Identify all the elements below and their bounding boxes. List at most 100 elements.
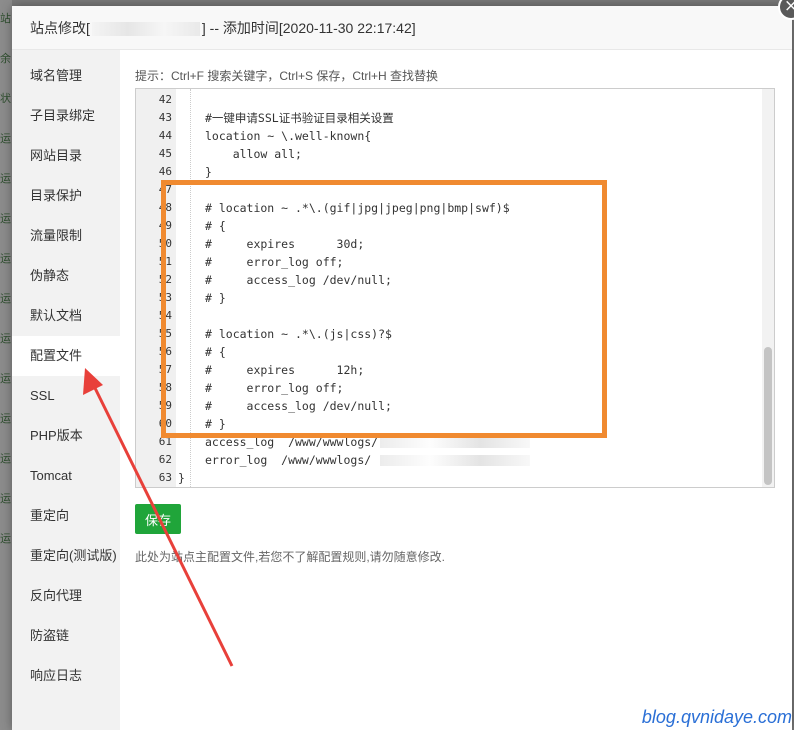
line-number: 49 bbox=[158, 219, 172, 232]
sidebar-item[interactable]: 域名管理 bbox=[12, 56, 120, 96]
sidebar-item[interactable]: PHP版本 bbox=[12, 416, 120, 456]
code-line: 53 # } bbox=[136, 289, 756, 307]
background-text: 运 bbox=[0, 253, 11, 265]
sidebar-item[interactable]: 默认文档 bbox=[12, 296, 120, 336]
line-number: 60 bbox=[158, 417, 172, 430]
sidebar-item[interactable]: 网站目录 bbox=[12, 136, 120, 176]
code-line: 54 bbox=[136, 307, 756, 325]
code-line: 46} bbox=[136, 163, 756, 181]
code-text: # location ~ .*\.(js|css)?$ bbox=[205, 327, 392, 341]
code-text: # error_log off; bbox=[205, 381, 344, 395]
background-text: 站 bbox=[0, 13, 11, 25]
main-content: 提示：Ctrl+F 搜索关键字，Ctrl+S 保存，Ctrl+H 查找替换 42… bbox=[120, 50, 792, 730]
line-number: 52 bbox=[158, 273, 172, 286]
modal-title-suffix: ] -- 添加时间[2020-11-30 22:17:42] bbox=[201, 20, 416, 36]
sidebar-item[interactable]: 重定向(测试版) bbox=[12, 536, 120, 576]
redacted-site-name bbox=[91, 22, 200, 37]
line-number: 43 bbox=[158, 111, 172, 124]
code-line: 55 # location ~ .*\.(js|css)?$ bbox=[136, 325, 756, 343]
code-line: 56 # { bbox=[136, 343, 756, 361]
background-text: 运 bbox=[0, 173, 11, 185]
line-number: 53 bbox=[158, 291, 172, 304]
line-number: 61 bbox=[158, 435, 172, 448]
code-line: 44 location ~ \.well-known{ bbox=[136, 127, 756, 145]
sidebar-item[interactable]: 配置文件 bbox=[12, 336, 120, 376]
code-text: error_log /www/wwwlogs/ bbox=[205, 453, 372, 467]
sidebar-item[interactable]: SSL bbox=[12, 376, 120, 416]
code-line: 62 error_log /www/wwwlogs/ bbox=[136, 451, 756, 469]
code-line: 61 access_log /www/wwwlogs/ bbox=[136, 433, 756, 451]
code-text: #一键申请SSL证书验证目录相关设置 bbox=[205, 111, 394, 125]
code-line: 59 # access_log /dev/null; bbox=[136, 397, 756, 415]
sidebar-item[interactable]: 响应日志 bbox=[12, 656, 120, 696]
shortcut-tip: 提示：Ctrl+F 搜索关键字，Ctrl+S 保存，Ctrl+H 查找替换 bbox=[135, 69, 439, 83]
line-number: 46 bbox=[158, 165, 172, 178]
code-text: allow all; bbox=[205, 147, 302, 161]
redacted-log-path bbox=[380, 437, 530, 448]
line-number: 54 bbox=[158, 309, 172, 322]
code-text: # } bbox=[205, 417, 226, 431]
line-number: 59 bbox=[158, 399, 172, 412]
code-text: # { bbox=[205, 219, 226, 233]
sidebar-item[interactable]: 目录保护 bbox=[12, 176, 120, 216]
code-line: 63} bbox=[136, 469, 756, 487]
line-number: 48 bbox=[158, 201, 172, 214]
sidebar-item[interactable]: 子目录绑定 bbox=[12, 96, 120, 136]
sidebar-item[interactable]: 重定向 bbox=[12, 496, 120, 536]
modal-header: 站点修改[ ] -- 添加时间[2020-11-30 22:17:42] bbox=[12, 6, 792, 50]
code-text: # { bbox=[205, 345, 226, 359]
code-editor[interactable]: 42 43 #一键申请SSL证书验证目录相关设置 44 location ~ \.wel… bbox=[135, 88, 775, 488]
code-line: 42 bbox=[136, 91, 756, 109]
site-config-modal: 站点修改[] -- 添加时间[2020-11-30 22:17:42] × 域名… bbox=[12, 0, 794, 730]
line-number: 63 bbox=[158, 471, 172, 484]
code-text: } bbox=[205, 165, 212, 179]
line-number: 47 bbox=[158, 183, 172, 196]
background-text: 运 bbox=[0, 133, 11, 145]
background-text: 运 bbox=[0, 453, 11, 465]
code-text: # location ~ .*\.(gif|jpg|jpeg|png|bmp|s… bbox=[205, 201, 510, 215]
background-text: 运 bbox=[0, 333, 11, 345]
code-text: # expires 30d; bbox=[205, 237, 365, 251]
code-text: # } bbox=[205, 291, 226, 305]
modal-title-prefix: 站点修改[ bbox=[30, 20, 90, 36]
code-line: 48 # location ~ .*\.(gif|jpg|jpeg|png|bmp… bbox=[136, 199, 756, 217]
background-text: 运 bbox=[0, 373, 11, 385]
code-line: 58 # error_log off; bbox=[136, 379, 756, 397]
background-text: 运 bbox=[0, 413, 11, 425]
code-line: 57 # expires 12h; bbox=[136, 361, 756, 379]
sidebar-item[interactable]: Tomcat bbox=[12, 456, 120, 496]
background-page-strip: 站余状运运运运运运运运运运运 bbox=[0, 0, 12, 730]
line-number: 58 bbox=[158, 381, 172, 394]
watermark: blog.qvnidaye.com bbox=[641, 707, 792, 727]
code-line: 50 # expires 30d; bbox=[136, 235, 756, 253]
editor-scrollbar[interactable] bbox=[762, 89, 774, 487]
code-text: # access_log /dev/null; bbox=[205, 273, 392, 287]
background-text: 运 bbox=[0, 293, 11, 305]
save-button[interactable]: 保存 bbox=[135, 504, 181, 534]
redacted-log-path bbox=[380, 455, 530, 466]
sidebar-item[interactable]: 伪静态 bbox=[12, 256, 120, 296]
code-text: # access_log /dev/null; bbox=[205, 399, 392, 413]
code-line: 51 # error_log off; bbox=[136, 253, 756, 271]
line-number: 57 bbox=[158, 363, 172, 376]
line-number: 51 bbox=[158, 255, 172, 268]
code-text: } bbox=[178, 471, 185, 485]
code-line: 49 # { bbox=[136, 217, 756, 235]
background-text: 运 bbox=[0, 213, 11, 225]
sidebar: 域名管理 子目录绑定 网站目录 目录保护 流量限制 伪静态 默认文档 配置文件 SSL PHP版本… bbox=[12, 50, 120, 730]
code-text: # error_log off; bbox=[205, 255, 344, 269]
line-number: 44 bbox=[158, 129, 172, 142]
scrollbar-thumb[interactable] bbox=[764, 347, 772, 485]
sidebar-item[interactable]: 防盗链 bbox=[12, 616, 120, 656]
line-number: 56 bbox=[158, 345, 172, 358]
background-text: 运 bbox=[0, 493, 11, 505]
code-line: 47 bbox=[136, 181, 756, 199]
code-text: access_log /www/wwwlogs/ bbox=[205, 435, 379, 449]
background-text: 余 bbox=[0, 53, 11, 65]
background-text: 状 bbox=[0, 93, 11, 105]
sidebar-item[interactable]: 反向代理 bbox=[12, 576, 120, 616]
sidebar-item[interactable]: 流量限制 bbox=[12, 216, 120, 256]
code-text: location ~ \.well-known{ bbox=[205, 129, 372, 143]
line-number: 50 bbox=[158, 237, 172, 250]
code-line: 45 allow all; bbox=[136, 145, 756, 163]
